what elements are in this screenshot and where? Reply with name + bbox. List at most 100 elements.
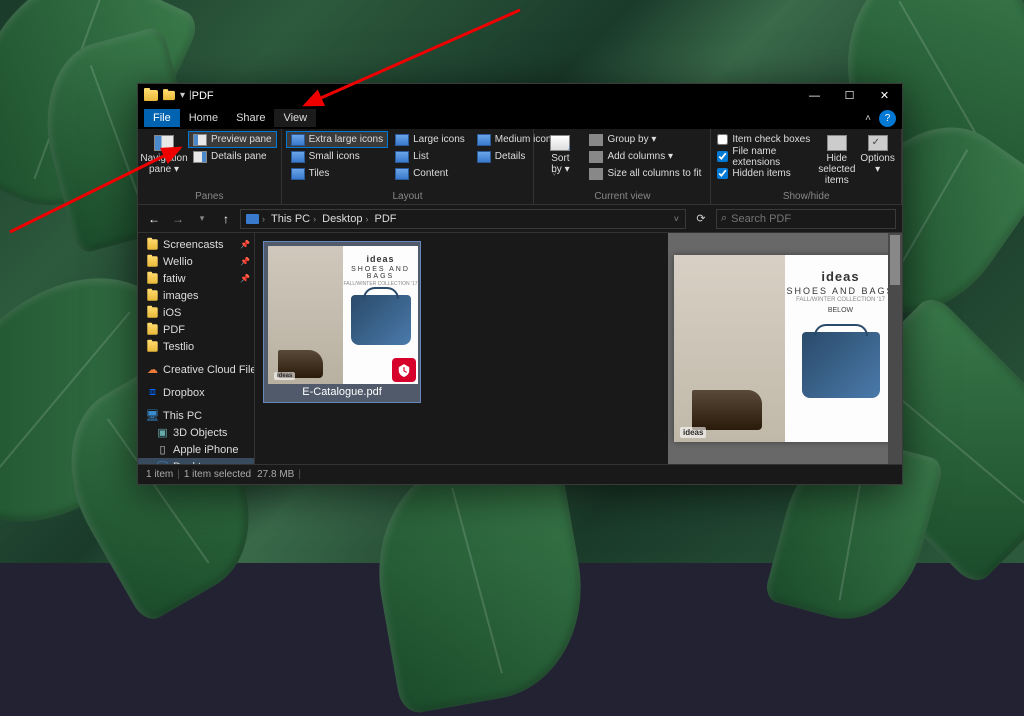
layout-content[interactable]: Content xyxy=(390,165,470,182)
navigation-tree[interactable]: Screencasts📌 Wellio📌 fatiw📌 images iOS P… xyxy=(138,233,255,464)
content-label: Content xyxy=(413,168,448,179)
maximize-button[interactable]: ☐ xyxy=(832,85,867,107)
navigation-pane-label: Navigation pane ▾ xyxy=(140,153,187,175)
minimize-button[interactable]: — xyxy=(797,85,832,107)
qat-dropdown-icon[interactable]: ▾ xyxy=(180,90,185,101)
hidden-items-checkbox[interactable] xyxy=(717,168,728,179)
cloud-icon: ☁ xyxy=(146,363,159,376)
tab-view[interactable]: View xyxy=(274,109,316,127)
size-columns-label: Size all columns to fit xyxy=(607,168,701,179)
file-thumbnail: ideas ideas SHOES AND BAGS FALL/WINTER C… xyxy=(268,246,418,384)
size-columns-icon xyxy=(589,168,603,180)
tree-fatiw[interactable]: fatiw📌 xyxy=(138,270,254,287)
ribbon-group-panes-label: Panes xyxy=(142,190,277,204)
titlebar[interactable]: ▾ | PDF — ☐ ✕ xyxy=(138,84,902,107)
tab-home[interactable]: Home xyxy=(180,109,227,127)
3d-objects-icon: ▣ xyxy=(156,426,169,439)
tab-file[interactable]: File xyxy=(144,109,180,127)
folder-icon xyxy=(147,307,157,317)
ribbon-group-show-hide: Item check boxes File name extensions Hi… xyxy=(711,129,902,204)
hidden-items-toggle[interactable]: Hidden items xyxy=(715,165,815,182)
tab-share[interactable]: Share xyxy=(227,109,274,127)
layout-tiles[interactable]: Tiles xyxy=(286,165,388,182)
help-icon[interactable]: ? xyxy=(879,110,896,127)
item-check-boxes-checkbox[interactable] xyxy=(717,134,728,145)
pdf-badge-icon xyxy=(392,358,416,382)
tree-pdf[interactable]: PDF xyxy=(138,321,254,338)
tiles-label: Tiles xyxy=(309,168,330,179)
hide-selected-items-button[interactable]: Hide selected items xyxy=(817,131,856,190)
details-pane-button[interactable]: Details pane xyxy=(188,148,277,165)
navigation-pane-button[interactable]: Navigation pane ▾ xyxy=(142,131,186,190)
tree-creative-cloud[interactable]: ☁Creative Cloud Files xyxy=(138,361,254,378)
status-bar: 1 item | 1 item selected 27.8 MB | xyxy=(138,464,902,484)
tree-3d-objects[interactable]: ▣3D Objects xyxy=(138,424,254,441)
add-columns-button[interactable]: Add columns ▾ xyxy=(584,148,706,165)
forward-button[interactable]: → xyxy=(168,209,188,229)
list-icon xyxy=(395,151,409,163)
ribbon-group-current-view-label: Current view xyxy=(538,190,706,204)
tree-wellio[interactable]: Wellio📌 xyxy=(138,253,254,270)
preview-tagline: SHOES AND BAGS xyxy=(786,286,894,296)
file-tile[interactable]: ideas ideas SHOES AND BAGS FALL/WINTER C… xyxy=(263,241,421,403)
tree-dropbox[interactable]: ⧈Dropbox xyxy=(138,384,254,401)
size-columns-button[interactable]: Size all columns to fit xyxy=(584,165,706,182)
small-icons-label: Small icons xyxy=(309,151,360,162)
layout-large-icons[interactable]: Large icons xyxy=(390,131,470,148)
search-box[interactable]: ⌕ xyxy=(716,209,896,229)
history-dropdown-icon[interactable]: ˅ xyxy=(670,214,683,224)
preview-scrollbar[interactable] xyxy=(888,233,902,464)
group-by-label: Group by ▾ xyxy=(607,134,656,145)
list-label: List xyxy=(413,151,429,162)
large-icons-icon xyxy=(395,134,409,146)
status-size: 27.8 MB xyxy=(257,469,294,480)
content-area: Screencasts📌 Wellio📌 fatiw📌 images iOS P… xyxy=(138,233,902,464)
back-button[interactable]: ← xyxy=(144,209,164,229)
catalog-logo: ideas xyxy=(274,372,295,380)
crumb-this-pc[interactable]: This PC› xyxy=(268,213,319,225)
breadcrumb[interactable]: › This PC› Desktop› PDF ˅ xyxy=(240,209,686,229)
layout-extra-large-icons[interactable]: Extra large icons xyxy=(286,131,388,148)
medium-icons-icon xyxy=(477,134,491,146)
refresh-button[interactable]: ⟳ xyxy=(690,209,712,229)
options-icon: ✓ xyxy=(868,135,888,151)
collapse-ribbon-button[interactable]: ˄ xyxy=(859,113,877,124)
file-name-extensions-toggle[interactable]: File name extensions xyxy=(715,148,815,165)
scrollbar-thumb[interactable] xyxy=(890,235,900,285)
close-button[interactable]: ✕ xyxy=(867,85,902,107)
details-label: Details xyxy=(495,151,526,162)
file-name-ext-checkbox[interactable] xyxy=(717,151,728,162)
catalog-tagline: SHOES AND BAGS xyxy=(343,266,418,280)
tree-testlio[interactable]: Testlio xyxy=(138,338,254,355)
options-button[interactable]: ✓ Options ▾ xyxy=(858,131,897,190)
up-button[interactable]: ↑ xyxy=(216,209,236,229)
add-columns-label: Add columns ▾ xyxy=(607,151,673,162)
details-pane-label: Details pane xyxy=(211,151,267,162)
large-icons-label: Large icons xyxy=(413,134,465,145)
crumb-pc-icon[interactable]: › xyxy=(243,214,268,224)
layout-small-icons[interactable]: Small icons xyxy=(286,148,388,165)
recent-locations-button[interactable]: ▾ xyxy=(192,209,212,229)
group-by-button[interactable]: Group by ▾ xyxy=(584,131,706,148)
sort-by-button[interactable]: ↓ Sort by ▾ xyxy=(538,131,582,190)
crumb-desktop[interactable]: Desktop› xyxy=(319,213,371,225)
file-list[interactable]: ideas ideas SHOES AND BAGS FALL/WINTER C… xyxy=(255,233,668,464)
preview-brand: ideas xyxy=(786,269,894,284)
tree-ios[interactable]: iOS xyxy=(138,304,254,321)
crumb-pdf[interactable]: PDF xyxy=(371,213,399,225)
preview-pane-button[interactable]: Preview pane xyxy=(188,131,277,148)
pin-icon: 📌 xyxy=(240,274,250,283)
preview-sub2: BELOW xyxy=(786,307,894,314)
tree-screencasts[interactable]: Screencasts📌 xyxy=(138,236,254,253)
status-separator: | xyxy=(177,469,180,480)
tree-apple-iphone[interactable]: ▯Apple iPhone xyxy=(138,441,254,458)
hide-selected-label: Hide selected items xyxy=(817,153,856,186)
search-input[interactable] xyxy=(731,213,891,225)
tree-images[interactable]: images xyxy=(138,287,254,304)
layout-list[interactable]: List xyxy=(390,148,470,165)
folder-icon xyxy=(147,273,157,283)
file-name: E-Catalogue.pdf xyxy=(268,384,416,398)
qat-folder-icon[interactable] xyxy=(163,91,175,100)
search-icon: ⌕ xyxy=(721,212,727,225)
tree-this-pc[interactable]: 🖥This PC xyxy=(138,407,254,424)
